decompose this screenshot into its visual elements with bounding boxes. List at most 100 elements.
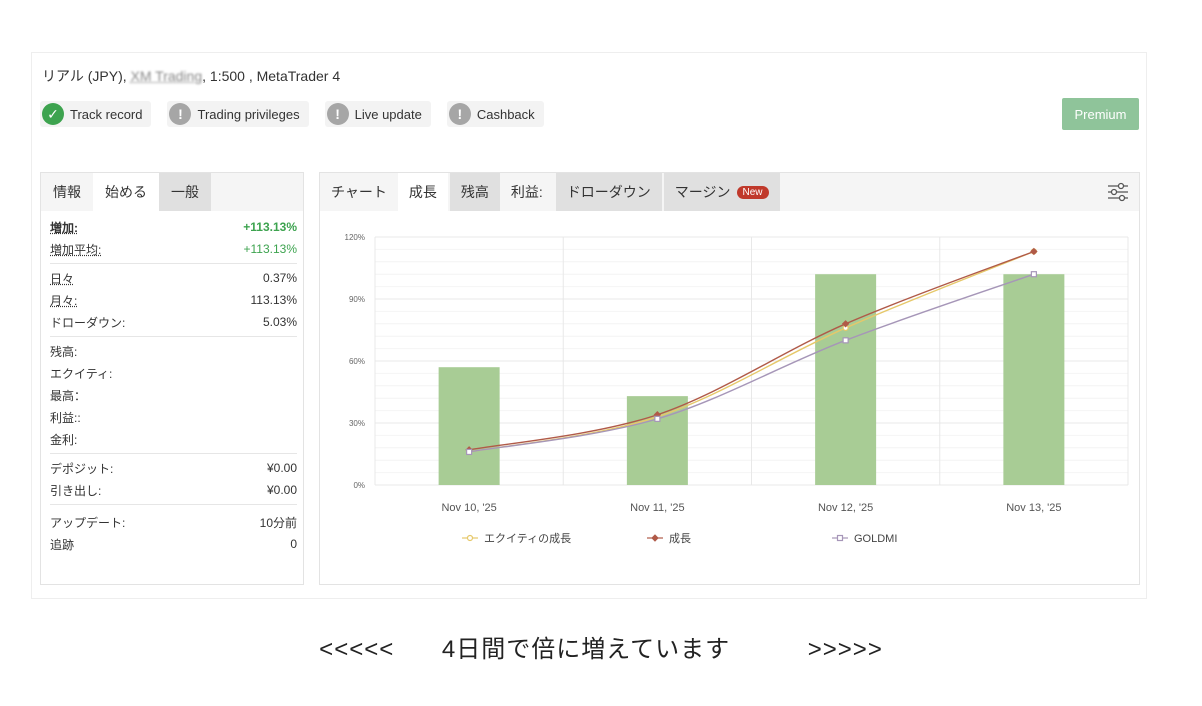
right-arrows: >>>>> — [807, 636, 883, 663]
series-point — [842, 337, 849, 344]
x-tick-label: Nov 13, '25 — [1006, 502, 1061, 514]
stat-label: 金利: — [50, 432, 78, 447]
stat-label[interactable]: 増加平均: — [50, 241, 101, 258]
premium-button[interactable]: Premium — [1062, 98, 1139, 130]
y-tick-label: 120% — [345, 233, 365, 242]
badge-label: Live update — [354, 106, 422, 122]
stat-row-equity: エクイティ: — [50, 362, 297, 384]
legend-label: 成長 — [669, 532, 691, 545]
tab-balance[interactable]: 残高 — [449, 173, 500, 211]
stat-label[interactable]: 月々: — [50, 292, 77, 309]
stat-row-profit: 利益:: — [50, 406, 297, 428]
badge-track-record[interactable]: ✓ Track record — [40, 101, 152, 127]
left-arrows: <<<<< — [319, 636, 395, 663]
stat-label: デポジット: — [50, 461, 114, 476]
y-tick-label: 0% — [353, 481, 365, 490]
divider — [50, 263, 297, 264]
badge-label: Cashback — [476, 106, 535, 122]
exclamation-icon: ! — [169, 103, 192, 125]
new-badge: New — [736, 185, 769, 199]
tab-margin-label: マージン — [674, 184, 731, 200]
stat-row-balance: 残高: — [50, 340, 297, 362]
badge-label: Track record — [70, 106, 143, 122]
stat-row-tracking: 追跡 0 — [50, 533, 297, 555]
chart-bar — [1003, 274, 1065, 485]
stat-row-highest: 最高： — [50, 384, 297, 406]
sliders-icon[interactable] — [1107, 182, 1129, 207]
exclamation-icon: ! — [448, 103, 471, 125]
stat-label: ドローダウン: — [50, 315, 126, 330]
stat-value: 0.37% — [262, 271, 297, 285]
stat-label: エクイティ: — [50, 366, 113, 381]
series-point — [466, 448, 473, 456]
stat-label: 残高: — [50, 344, 78, 359]
stat-label: 最高： — [50, 388, 87, 403]
legend-marker — [466, 534, 474, 542]
stat-label[interactable]: 日々 — [50, 270, 74, 287]
legend-marker — [651, 534, 659, 542]
stat-value: 10分前 — [259, 515, 297, 530]
chart-bar — [438, 367, 500, 485]
badge-live-update[interactable]: ! Live update — [324, 101, 431, 127]
stat-row-withdraw: 引き出し: ¥0.00 — [50, 479, 297, 501]
tab-drawdown[interactable]: ドローダウン — [555, 173, 662, 211]
account-details: , 1:500 , MetaTrader 4 — [202, 68, 341, 84]
account-card: リアル (JPY), XM Trading, 1:500 , MetaTrade… — [31, 52, 1147, 599]
divider — [50, 504, 297, 505]
stat-value: ¥0.00 — [266, 483, 297, 497]
stat-row-deposit: デポジット: ¥0.00 — [50, 457, 297, 479]
legend-label: GOLDMI — [854, 533, 897, 545]
stats-list: 増加: +113.13% 増加平均: +113.13% 日々 0.37% 月々:… — [41, 216, 303, 555]
stat-value: ¥0.00 — [266, 461, 297, 475]
stat-value: +113.13% — [243, 242, 298, 256]
stat-row-interest: 金利: — [50, 428, 297, 450]
stat-row-daily: 日々 0.37% — [50, 267, 297, 289]
y-tick-label: 30% — [349, 419, 365, 428]
stat-row-update: アップデート: 10分前 — [50, 511, 297, 533]
tab-profit[interactable]: 利益: — [500, 173, 554, 211]
y-tick-label: 60% — [349, 357, 365, 366]
stats-panel: 情報 始める 一般 増加: +113.13% 増加平均: +113.13% 日々… — [40, 172, 304, 585]
badge-cashback[interactable]: ! Cashback — [446, 101, 544, 127]
stat-value: 113.13% — [250, 293, 297, 307]
broker-name[interactable]: XM Trading — [131, 68, 203, 84]
stat-label: アップデート: — [50, 515, 126, 530]
stat-value: 0 — [290, 537, 297, 551]
tab-margin[interactable]: マージン New — [663, 173, 780, 211]
stat-label[interactable]: 増加: — [50, 219, 78, 236]
stat-row-monthly: 月々: 113.13% — [50, 289, 297, 311]
legend-marker — [836, 534, 844, 542]
stat-value: 5.03% — [262, 315, 297, 329]
divider — [50, 453, 297, 454]
badge-trading-privileges[interactable]: ! Trading privileges — [167, 101, 309, 127]
tab-growth[interactable]: 成長 — [397, 173, 448, 211]
stat-label: 引き出し: — [50, 483, 102, 498]
account-type: リアル (JPY), — [42, 68, 127, 84]
x-tick-label: Nov 12, '25 — [818, 502, 873, 514]
x-tick-label: Nov 11, '25 — [630, 502, 684, 514]
tab-chart[interactable]: チャート — [320, 173, 398, 211]
tab-start[interactable]: 始める — [93, 173, 159, 211]
stat-label: 利益:: — [50, 410, 81, 425]
chart-panel: チャート 成長 残高 利益: ドローダウン マージン New 0% 30% 60% 9… — [319, 172, 1140, 585]
check-icon: ✓ — [42, 103, 64, 125]
exclamation-icon: ! — [326, 103, 349, 125]
series-point — [1030, 271, 1037, 278]
stat-label: 追跡 — [50, 537, 75, 552]
legend-label: エクイティの成長 — [484, 532, 571, 545]
x-tick-label: Nov 10, '25 — [441, 502, 496, 514]
footer-text: 4日間で倍に増えています — [441, 636, 731, 663]
stat-row-drawdown: ドローダウン: 5.03% — [50, 311, 297, 333]
stat-value: +113.13% — [243, 220, 297, 234]
stat-row-avg-gain: 増加平均: +113.13% — [50, 238, 297, 260]
growth-chart: 0% 30% 60% 90% 120% Nov 10, '25 Nov 11, '25 Nov… — [345, 233, 1129, 545]
chart-tabs: チャート 成長 残高 利益: ドローダウン マージン New — [320, 173, 1139, 211]
tab-info[interactable]: 情報 — [41, 173, 93, 211]
account-info: リアル (JPY), XM Trading, 1:500 , MetaTrade… — [42, 66, 340, 86]
divider — [50, 336, 297, 337]
tab-general[interactable]: 一般 — [159, 173, 211, 211]
stats-tabs: 情報 始める 一般 — [41, 173, 303, 211]
series-point — [654, 415, 661, 422]
y-tick-label: 90% — [349, 295, 365, 304]
verification-badges: ✓ Track record ! Trading privileges ! Li… — [40, 101, 544, 127]
